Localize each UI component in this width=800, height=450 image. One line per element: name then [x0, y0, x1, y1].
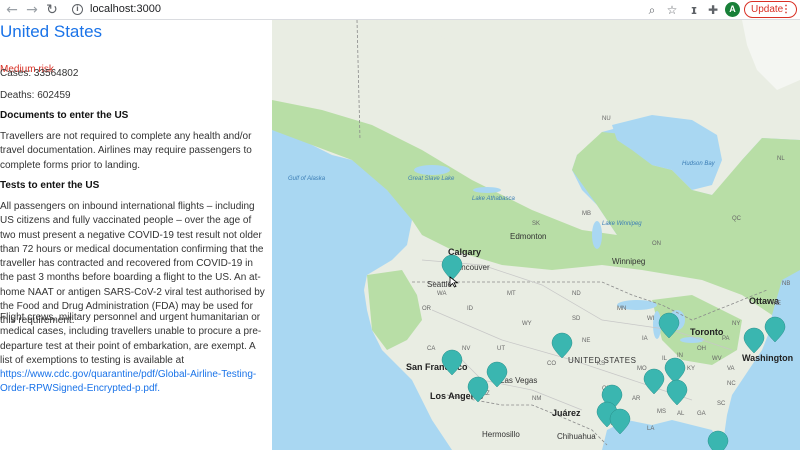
- label-me: ME: [772, 301, 781, 307]
- label-ne: NE: [582, 338, 590, 344]
- label-mo: MO: [637, 366, 647, 372]
- label-sd: SD: [572, 316, 581, 322]
- update-button-label: Update: [751, 4, 784, 15]
- label-ny: NY: [732, 321, 740, 327]
- tests-heading: Tests to enter the US: [0, 180, 100, 191]
- extensions-puzzle-icon[interactable]: ✚: [705, 2, 721, 18]
- label-or: OR: [422, 306, 432, 312]
- label-ut: UT: [497, 346, 505, 352]
- exemptions-paragraph: Flight crews, military personnel and urg…: [0, 311, 268, 397]
- lake-winnipeg-shape: [592, 221, 602, 249]
- label-co: CO: [547, 361, 556, 367]
- label-wy: WY: [522, 321, 532, 327]
- site-info-icon[interactable]: i: [72, 4, 83, 15]
- label-nu: NU: [602, 116, 611, 122]
- label-mn: MN: [617, 306, 626, 312]
- label-juarez: Juárez: [552, 408, 581, 418]
- label-ca: CA: [427, 346, 435, 352]
- label-nb: NB: [782, 281, 790, 287]
- mouse-cursor-icon: [449, 276, 459, 288]
- browser-toolbar: ← → ↻ i localhost:3000 ⌕ ☆ ɪ ✚ A Update …: [0, 0, 800, 20]
- label-al: AL: [677, 411, 685, 417]
- label-mt: MT: [507, 291, 516, 297]
- reload-icon[interactable]: ↻: [44, 1, 60, 19]
- map-canvas[interactable]: Calgary Edmonton Vancouver Seattle Winni…: [272, 20, 800, 450]
- label-mb: MB: [582, 211, 591, 217]
- label-winnipeg: Winnipeg: [612, 257, 645, 266]
- tests-text: All passengers on inbound international …: [0, 201, 265, 327]
- cases-count: Cases: 33564802: [0, 68, 79, 79]
- documents-text: Travellers are not required to complete …: [0, 131, 252, 171]
- lake-athabasca-shape: [473, 187, 501, 193]
- country-name: United States: [0, 22, 103, 41]
- label-pa: PA: [722, 336, 730, 342]
- label-sc: SC: [717, 401, 726, 407]
- label-ga: GA: [697, 411, 706, 417]
- address-bar[interactable]: localhost:3000: [90, 3, 161, 15]
- label-toronto: Toronto: [690, 327, 724, 337]
- label-ia: IA: [642, 336, 648, 342]
- label-nc: NC: [727, 381, 736, 387]
- label-nl: NL: [777, 156, 785, 162]
- label-great-slave-lake: Great Slave Lake: [408, 176, 455, 182]
- label-hudson-bay: Hudson Bay: [682, 161, 716, 167]
- profile-avatar[interactable]: A: [725, 2, 740, 17]
- extension-info-icon[interactable]: ɪ: [686, 2, 702, 18]
- forward-arrow-icon[interactable]: →: [24, 1, 40, 19]
- label-gulf-of-alaska: Gulf of Alaska: [288, 176, 326, 182]
- update-button[interactable]: Update ⋮: [744, 1, 797, 18]
- label-ar: AR: [632, 396, 641, 402]
- map-view[interactable]: Calgary Edmonton Vancouver Seattle Winni…: [272, 20, 800, 450]
- label-il: IL: [662, 356, 668, 362]
- deaths-count: Deaths: 602459: [0, 90, 71, 101]
- label-washington: Washington: [742, 353, 793, 363]
- exemptions-text: Flight crews, military personnel and urg…: [0, 312, 262, 366]
- country-info-panel: United States Medium risk Cases: 3356480…: [0, 20, 272, 450]
- label-id: ID: [467, 306, 474, 312]
- label-nd: ND: [572, 291, 581, 297]
- label-nm: NM: [532, 396, 541, 402]
- label-la: LA: [647, 426, 654, 432]
- label-wa: WA: [437, 291, 446, 297]
- label-oh: OH: [697, 346, 706, 352]
- label-ks: KS: [597, 361, 605, 367]
- label-chihuahua: Chihuahua: [557, 432, 596, 441]
- label-va: VA: [727, 366, 735, 372]
- label-las-vegas: Las Vegas: [500, 376, 537, 385]
- marker-new-york[interactable]: [764, 316, 786, 343]
- label-on: ON: [652, 241, 661, 247]
- exemptions-link[interactable]: https://www.cdc.gov/quarantine/pdf/Globa…: [0, 369, 256, 394]
- label-in: IN: [677, 353, 683, 359]
- label-lake-winnipeg: Lake Winnipeg: [602, 221, 642, 227]
- search-icon[interactable]: ⌕: [644, 2, 660, 18]
- back-arrow-icon[interactable]: ←: [4, 1, 20, 19]
- label-ms: MS: [657, 409, 666, 415]
- great-slave-lake-shape: [414, 165, 450, 175]
- label-edmonton: Edmonton: [510, 232, 546, 241]
- bookmark-star-icon[interactable]: ☆: [664, 2, 680, 18]
- label-lake-athabasca: Lake Athabasca: [472, 196, 515, 202]
- label-qc: QC: [732, 216, 742, 222]
- more-menu-icon[interactable]: ⋮: [781, 2, 791, 17]
- label-hermosillo: Hermosillo: [482, 430, 520, 439]
- lake-erie: [680, 337, 704, 343]
- label-sk: SK: [532, 221, 540, 227]
- label-ky: KY: [687, 366, 695, 372]
- label-wi: WI: [647, 316, 655, 322]
- documents-heading: Documents to enter the US: [0, 110, 129, 121]
- label-wv: WV: [712, 356, 722, 362]
- label-nv: NV: [462, 346, 470, 352]
- marker-florida[interactable]: [707, 430, 729, 450]
